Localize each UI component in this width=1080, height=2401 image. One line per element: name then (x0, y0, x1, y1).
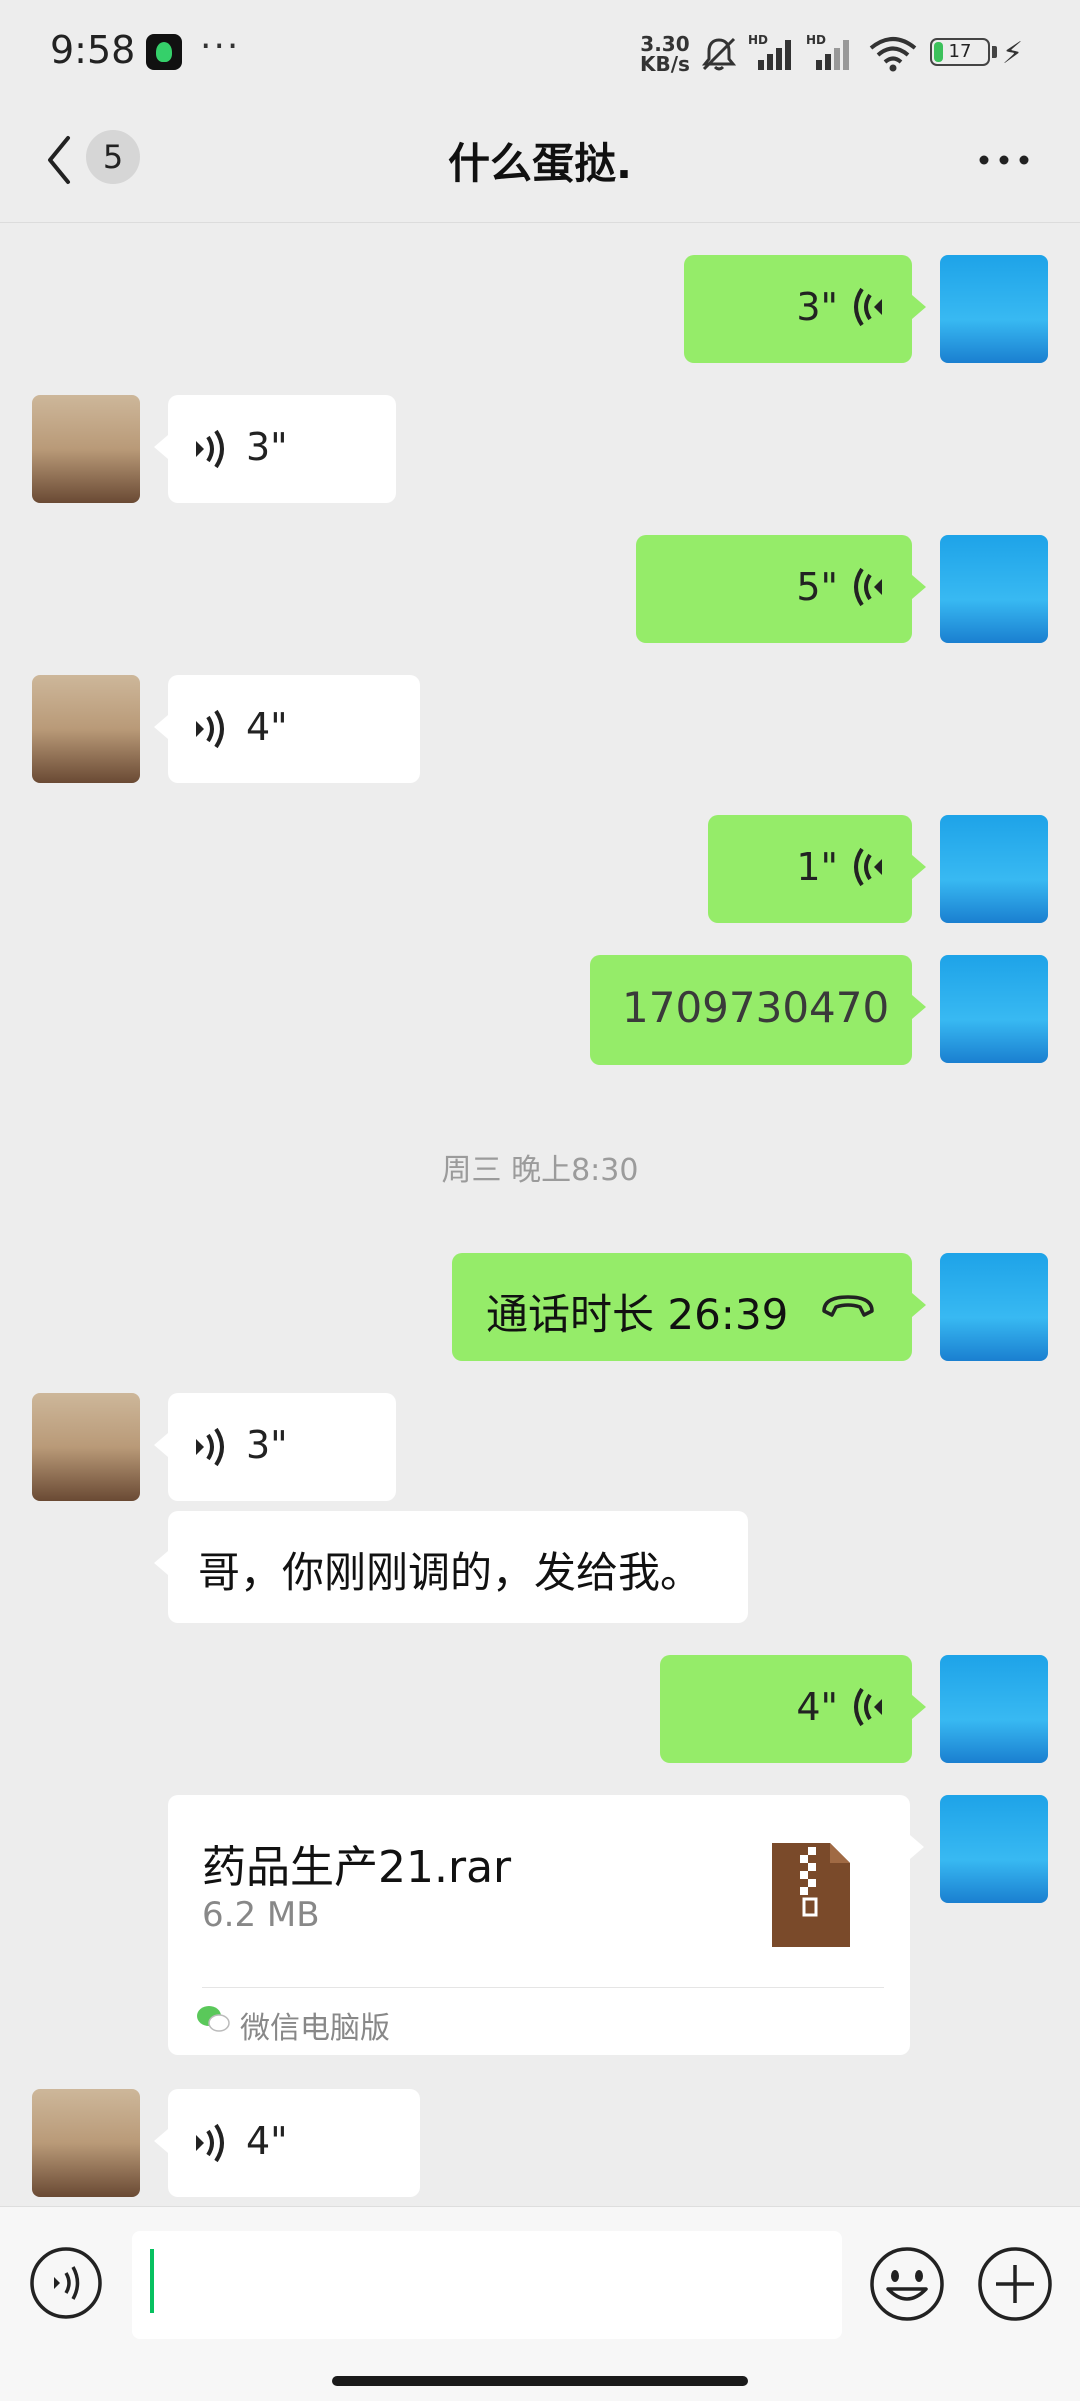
battery-level: 17 (948, 41, 972, 62)
voice-message-bubble[interactable]: 4" (154, 675, 420, 783)
my-avatar[interactable] (940, 1253, 1048, 1361)
voice-duration: 4" (246, 2119, 288, 2163)
plus-icon[interactable] (976, 2245, 1054, 2323)
contact-avatar[interactable] (32, 675, 140, 783)
file-name: 药品生产21.rar (202, 1842, 512, 1893)
message-list[interactable]: 3" 3" 5" 4" 1" 1709730470 周三 晚上8:30 通话时长… (0, 223, 1080, 2205)
voice-wave-icon (196, 709, 224, 749)
zip-archive-icon (772, 1843, 850, 1947)
message-text: 1709730470 (622, 983, 890, 1032)
signal-label-2: HD (806, 33, 826, 47)
voice-wave-icon (196, 1427, 224, 1467)
unread-count-badge[interactable]: 5 (86, 130, 140, 184)
call-duration-text: 通话时长 26:39 (486, 1290, 789, 1339)
contact-avatar[interactable] (32, 2089, 140, 2197)
voice-wave-icon (854, 847, 882, 887)
net-speed-value: 3.30 (640, 32, 690, 56)
phone-hangup-icon (822, 1295, 874, 1317)
my-avatar[interactable] (940, 1655, 1048, 1763)
wechat-logo-icon (197, 2006, 230, 2032)
emoji-icon[interactable] (868, 2245, 946, 2323)
voice-duration: 3" (246, 425, 288, 469)
status-time: 9:58 (50, 28, 136, 72)
text-message-bubble[interactable]: 1709730470 (590, 955, 926, 1065)
net-speed: 3.30 KB/s (640, 34, 690, 74)
divider (202, 1987, 884, 1988)
time-separator: 周三 晚上8:30 (441, 1153, 639, 1188)
voice-wave-icon (854, 287, 882, 327)
my-avatar[interactable] (940, 1795, 1048, 1903)
message-text: 哥，你刚刚调的，发给我。 (198, 1548, 703, 1597)
call-record-bubble[interactable]: 通话时长 26:39 (452, 1253, 926, 1361)
voice-wave-icon (196, 429, 224, 469)
signal-icon: HD (806, 33, 849, 70)
voice-input-icon[interactable] (28, 2245, 104, 2321)
my-avatar[interactable] (940, 535, 1048, 643)
voice-duration: 4" (246, 705, 288, 749)
file-message-card[interactable]: 药品生产21.rar 6.2 MB 微信电脑版 (168, 1795, 924, 2055)
my-avatar[interactable] (940, 815, 1048, 923)
voice-message-bubble[interactable]: 4" (660, 1655, 926, 1763)
contact-avatar[interactable] (32, 395, 140, 503)
voice-duration: 5" (796, 565, 838, 609)
chevron-left-icon[interactable] (40, 130, 80, 190)
my-avatar[interactable] (940, 955, 1048, 1063)
voice-message-bubble[interactable]: 4" (154, 2089, 420, 2197)
status-bar: 9:58 ··· 3.30 KB/s HD HD 17 ⚡ (0, 0, 1080, 100)
status-overflow: ··· (200, 26, 241, 67)
text-caret (150, 2249, 154, 2313)
voice-message-bubble[interactable]: 5" (636, 535, 926, 643)
more-dots-icon[interactable] (976, 140, 1032, 180)
text-message-bubble[interactable]: 哥，你刚刚调的，发给我。 (154, 1511, 748, 1623)
voice-wave-icon (854, 1687, 882, 1727)
voice-message-bubble[interactable]: 3" (154, 1393, 396, 1501)
voice-wave-icon (196, 2123, 224, 2163)
battery-icon: 17 (930, 38, 990, 66)
message-input[interactable] (132, 2231, 842, 2339)
voice-duration: 1" (796, 845, 838, 889)
my-avatar[interactable] (940, 255, 1048, 363)
voice-message-bubble[interactable]: 3" (684, 255, 926, 363)
voice-duration: 4" (796, 1685, 838, 1729)
home-indicator[interactable] (332, 2376, 748, 2386)
voice-message-bubble[interactable]: 1" (708, 815, 926, 923)
input-bar (0, 2206, 1080, 2401)
voice-duration: 3" (246, 1423, 288, 1467)
chat-title: 什么蛋挞. (448, 139, 632, 188)
net-speed-unit: KB/s (640, 52, 690, 76)
voice-wave-icon (854, 567, 882, 607)
signal-label-1: HD (748, 33, 768, 47)
file-size: 6.2 MB (202, 1895, 320, 1935)
voice-duration: 3" (796, 285, 838, 329)
contact-avatar[interactable] (32, 1393, 140, 1501)
battery-tip (992, 46, 997, 58)
app-icon (146, 34, 182, 70)
charging-icon: ⚡ (1002, 36, 1024, 71)
file-source-label: 微信电脑版 (240, 2011, 390, 2046)
chat-header: 5 什么蛋挞. (0, 100, 1080, 223)
voice-message-bubble[interactable]: 3" (154, 395, 396, 503)
mute-bell-icon (701, 37, 737, 71)
signal-icon: HD (748, 33, 791, 70)
wifi-icon (869, 37, 917, 72)
